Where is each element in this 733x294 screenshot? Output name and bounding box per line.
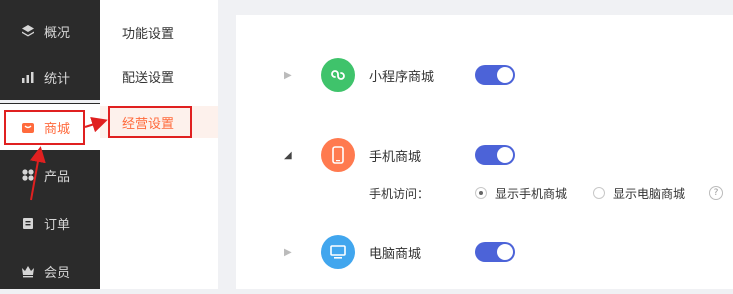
radio-dot xyxy=(593,187,605,199)
submenu-item-delivery-settings[interactable]: 配送设置 xyxy=(100,60,218,92)
collapse-caret-icon[interactable]: ◢ xyxy=(284,150,292,161)
radio-show-pc-shop[interactable]: 显示电脑商城 xyxy=(593,185,685,202)
toggle-knob xyxy=(497,67,513,83)
pc-shop-row: ▶ 电脑商城 xyxy=(236,232,733,272)
crown-icon xyxy=(20,263,36,279)
radio-show-mobile-shop[interactable]: 显示手机商城 xyxy=(475,185,567,202)
radio-dot xyxy=(475,187,487,199)
sidebar-item-orders[interactable]: 订单 xyxy=(0,200,100,246)
toggle-knob xyxy=(497,244,513,260)
sidebar-item-members[interactable]: 会员 xyxy=(0,248,100,294)
mini-program-label: 小程序商城 xyxy=(369,69,435,85)
mobile-shop-toggle[interactable] xyxy=(475,145,515,165)
sidebar-divider xyxy=(0,100,100,103)
submenu-item-function-settings[interactable]: 功能设置 xyxy=(100,16,218,48)
sidebar-item-overview[interactable]: 概况 xyxy=(0,8,100,54)
mini-program-row: ▶ 小程序商城 xyxy=(236,55,733,95)
mobile-phone-icon xyxy=(321,138,355,172)
help-icon[interactable]: ? xyxy=(709,186,723,200)
expand-caret-icon[interactable]: ▶ xyxy=(284,247,292,258)
sidebar-item-label: 产品 xyxy=(44,169,71,185)
chart-icon xyxy=(20,69,36,85)
layers-icon xyxy=(20,23,36,39)
expand-caret-icon[interactable]: ▶ xyxy=(284,70,292,81)
pc-shop-toggle[interactable] xyxy=(475,242,515,262)
mini-program-icon xyxy=(321,58,355,92)
sidebar-item-label: 订单 xyxy=(44,217,71,233)
sidebar-item-label: 统计 xyxy=(44,71,71,87)
highlight-box-shop xyxy=(4,110,85,145)
submenu-item-label: 配送设置 xyxy=(122,70,175,86)
sidebar-item-products[interactable]: 产品 xyxy=(0,152,100,198)
monitor-icon xyxy=(321,235,355,269)
highlight-box-business-settings xyxy=(108,106,192,138)
sidebar-item-label: 概况 xyxy=(44,25,71,41)
mini-program-toggle[interactable] xyxy=(475,65,515,85)
radio-label: 显示手机商城 xyxy=(495,186,568,201)
clipboard-icon xyxy=(20,215,36,231)
grid-icon xyxy=(20,167,36,183)
submenu-item-label: 功能设置 xyxy=(122,26,175,42)
settings-submenu: 功能设置 配送设置 经营设置 xyxy=(100,0,218,289)
mobile-access-label: 手机访问： xyxy=(369,186,430,201)
mobile-shop-row: ◢ 手机商城 xyxy=(236,135,733,175)
sidebar-item-label: 会员 xyxy=(44,265,71,281)
settings-panel: ▶ 小程序商城 ◢ 手机商城 手机访问： 显示手机商城 显示电脑商城 ? ▶ 电… xyxy=(236,15,733,289)
mobile-access-options: 手机访问： 显示手机商城 显示电脑商城 ? xyxy=(369,183,733,203)
pc-shop-label: 电脑商城 xyxy=(369,246,422,262)
sidebar-item-stats[interactable]: 统计 xyxy=(0,54,100,100)
radio-label: 显示电脑商城 xyxy=(613,186,686,201)
mobile-shop-label: 手机商城 xyxy=(369,149,422,165)
toggle-knob xyxy=(497,147,513,163)
